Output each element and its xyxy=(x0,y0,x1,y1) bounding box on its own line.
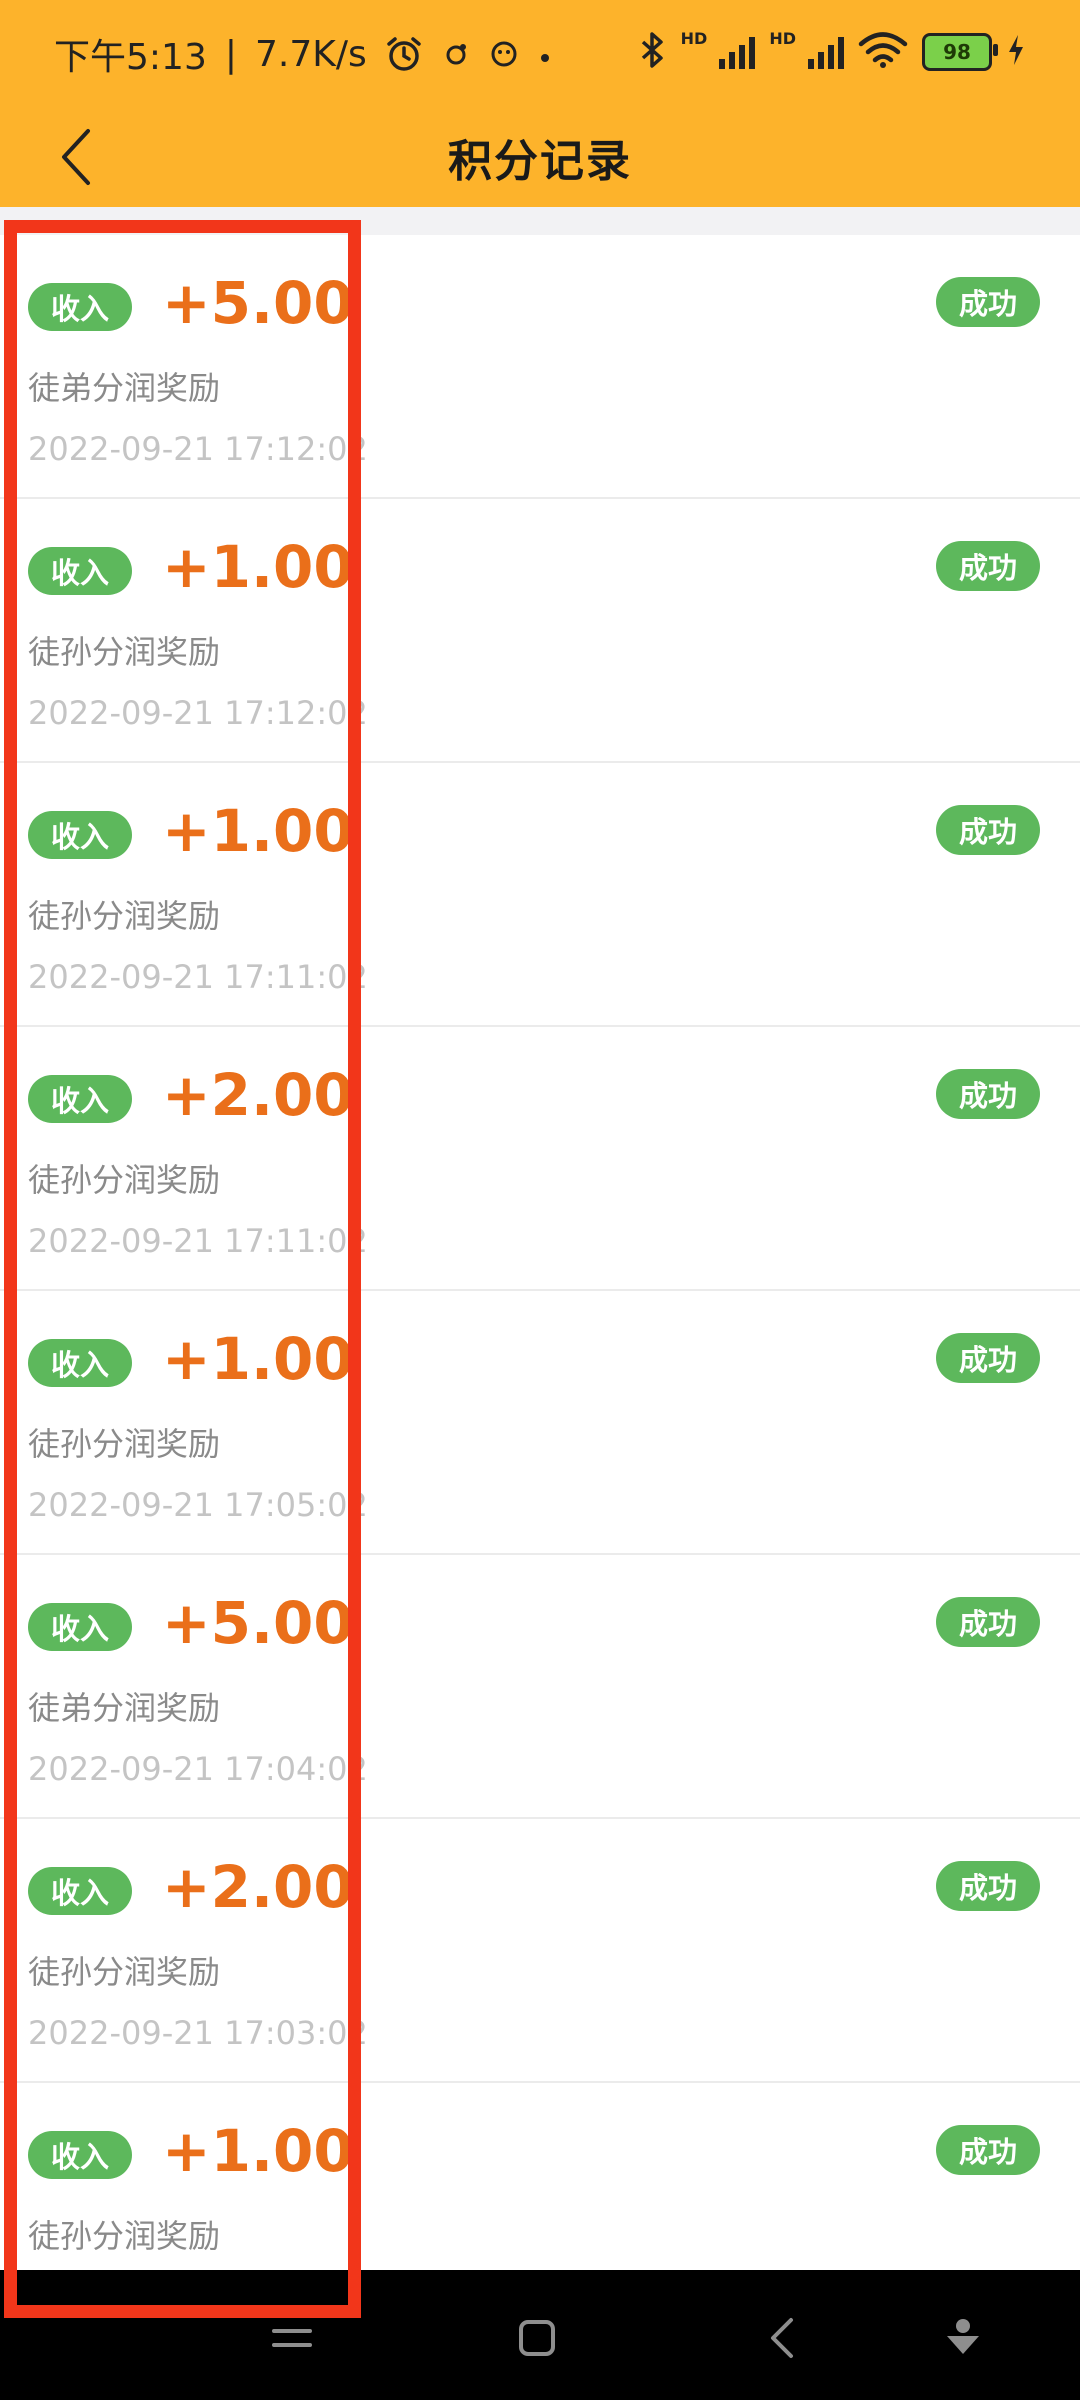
battery-level: 98 xyxy=(943,40,971,64)
record-description: 徒孙分润奖励 xyxy=(28,2217,221,2255)
record-description: 徒孙分润奖励 xyxy=(28,897,221,935)
system-navigation-bar xyxy=(0,2270,1080,2400)
points-amount: +5.00 xyxy=(162,269,354,337)
status-badge: 成功 xyxy=(936,1333,1040,1383)
record-description: 徒弟分润奖励 xyxy=(28,369,221,407)
status-badge: 成功 xyxy=(936,2125,1040,2175)
type-badge: 收入 xyxy=(28,811,132,859)
battery-icon: 98 xyxy=(922,33,998,71)
points-amount: +5.00 xyxy=(162,1589,354,1657)
network-speed: 7.7K/s xyxy=(254,33,367,75)
more-notifications-dot-icon xyxy=(537,34,553,75)
status-left: 下午5:13 | 7.7K/s xyxy=(54,28,553,80)
type-badge: 收入 xyxy=(28,547,132,595)
record-row[interactable]: 收入 +5.00 徒弟分润奖励 2022-09-21 17:12:02 成功 xyxy=(0,235,1080,499)
record-description: 徒孙分润奖励 xyxy=(28,633,221,671)
points-amount: +2.00 xyxy=(162,1061,354,1129)
record-datetime: 2022-09-21 17:12:02 xyxy=(28,694,368,732)
menu-icon xyxy=(272,2329,312,2347)
system-back-button[interactable] xyxy=(750,2306,814,2370)
type-badge: 收入 xyxy=(28,283,132,331)
record-datetime: 2022-09-21 17:11:02 xyxy=(28,1222,368,1260)
status-badge: 成功 xyxy=(936,805,1040,855)
page-title: 积分记录 xyxy=(448,136,632,187)
record-row[interactable]: 收入 +1.00 徒孙分润奖励 2022-09-21 17:11:02 成功 xyxy=(0,763,1080,1027)
status-badge: 成功 xyxy=(936,541,1040,591)
points-amount: +2.00 xyxy=(162,1853,354,1921)
notification-icon xyxy=(489,39,519,69)
type-badge: 收入 xyxy=(28,1603,132,1651)
record-row[interactable]: 收入 +2.00 徒孙分润奖励 2022-09-21 17:11:02 成功 xyxy=(0,1027,1080,1291)
status-badge: 成功 xyxy=(936,1597,1040,1647)
record-description: 徒孙分润奖励 xyxy=(28,1425,221,1463)
charging-icon xyxy=(1006,33,1026,71)
record-description: 徒孙分润奖励 xyxy=(28,1953,221,1991)
status-separator: | xyxy=(224,33,237,75)
type-badge: 收入 xyxy=(28,2131,132,2179)
record-datetime: 2022-09-21 17:05:02 xyxy=(28,1486,368,1524)
hd-label: HD xyxy=(680,28,708,48)
record-row[interactable]: 收入 +1.00 徒孙分润奖励 2022-09-21 17:12:02 成功 xyxy=(0,499,1080,763)
status-badge: 成功 xyxy=(936,1861,1040,1911)
type-badge: 收入 xyxy=(28,1075,132,1123)
bluetooth-icon xyxy=(639,30,667,74)
status-bar: 下午5:13 | 7.7K/s HD HD 98 xyxy=(0,0,1080,105)
square-home-icon xyxy=(519,2320,555,2356)
points-amount: +1.00 xyxy=(162,1325,354,1393)
title-bar: 积分记录 xyxy=(0,105,1080,207)
type-badge: 收入 xyxy=(28,1867,132,1915)
record-row[interactable]: 收入 +5.00 徒弟分润奖励 2022-09-21 17:04:02 成功 xyxy=(0,1555,1080,1819)
signal-icon xyxy=(719,35,756,69)
menu-button[interactable] xyxy=(260,2306,324,2370)
record-description: 徒弟分润奖励 xyxy=(28,1689,221,1727)
points-amount: +1.00 xyxy=(162,2117,354,2185)
signal-icon xyxy=(808,35,844,69)
status-time: 下午5:13 xyxy=(54,37,207,78)
triangle-back-icon xyxy=(771,2318,793,2358)
hd-label: HD xyxy=(769,28,796,48)
record-datetime: 2022-09-21 17:12:02 xyxy=(28,430,368,468)
home-button[interactable] xyxy=(505,2306,569,2370)
app-header: 下午5:13 | 7.7K/s HD HD 98 积分记录 xyxy=(0,0,1080,207)
assistant-button[interactable] xyxy=(931,2306,995,2370)
wifi-icon xyxy=(858,31,908,73)
record-datetime: 2022-09-21 17:03:02 xyxy=(28,2014,368,2052)
record-description: 徒孙分润奖励 xyxy=(28,1161,221,1199)
notification-icon xyxy=(441,39,471,69)
record-row[interactable]: 收入 +1.00 徒孙分润奖励 2022-09-21 17:05:02 成功 xyxy=(0,1291,1080,1555)
record-row[interactable]: 收入 +2.00 徒孙分润奖励 2022-09-21 17:03:02 成功 xyxy=(0,1819,1080,2083)
type-badge: 收入 xyxy=(28,1339,132,1387)
points-amount: +1.00 xyxy=(162,797,354,865)
person-down-icon xyxy=(947,2319,979,2354)
status-badge: 成功 xyxy=(936,277,1040,327)
status-right: HD HD 98 xyxy=(639,28,1026,74)
status-badge: 成功 xyxy=(936,1069,1040,1119)
record-datetime: 2022-09-21 17:11:02 xyxy=(28,958,368,996)
record-datetime: 2022-09-21 17:04:02 xyxy=(28,1750,368,1788)
points-record-list: 收入 +5.00 徒弟分润奖励 2022-09-21 17:12:02 成功 收… xyxy=(0,235,1080,2347)
alarm-icon xyxy=(385,35,423,73)
points-amount: +1.00 xyxy=(162,533,354,601)
